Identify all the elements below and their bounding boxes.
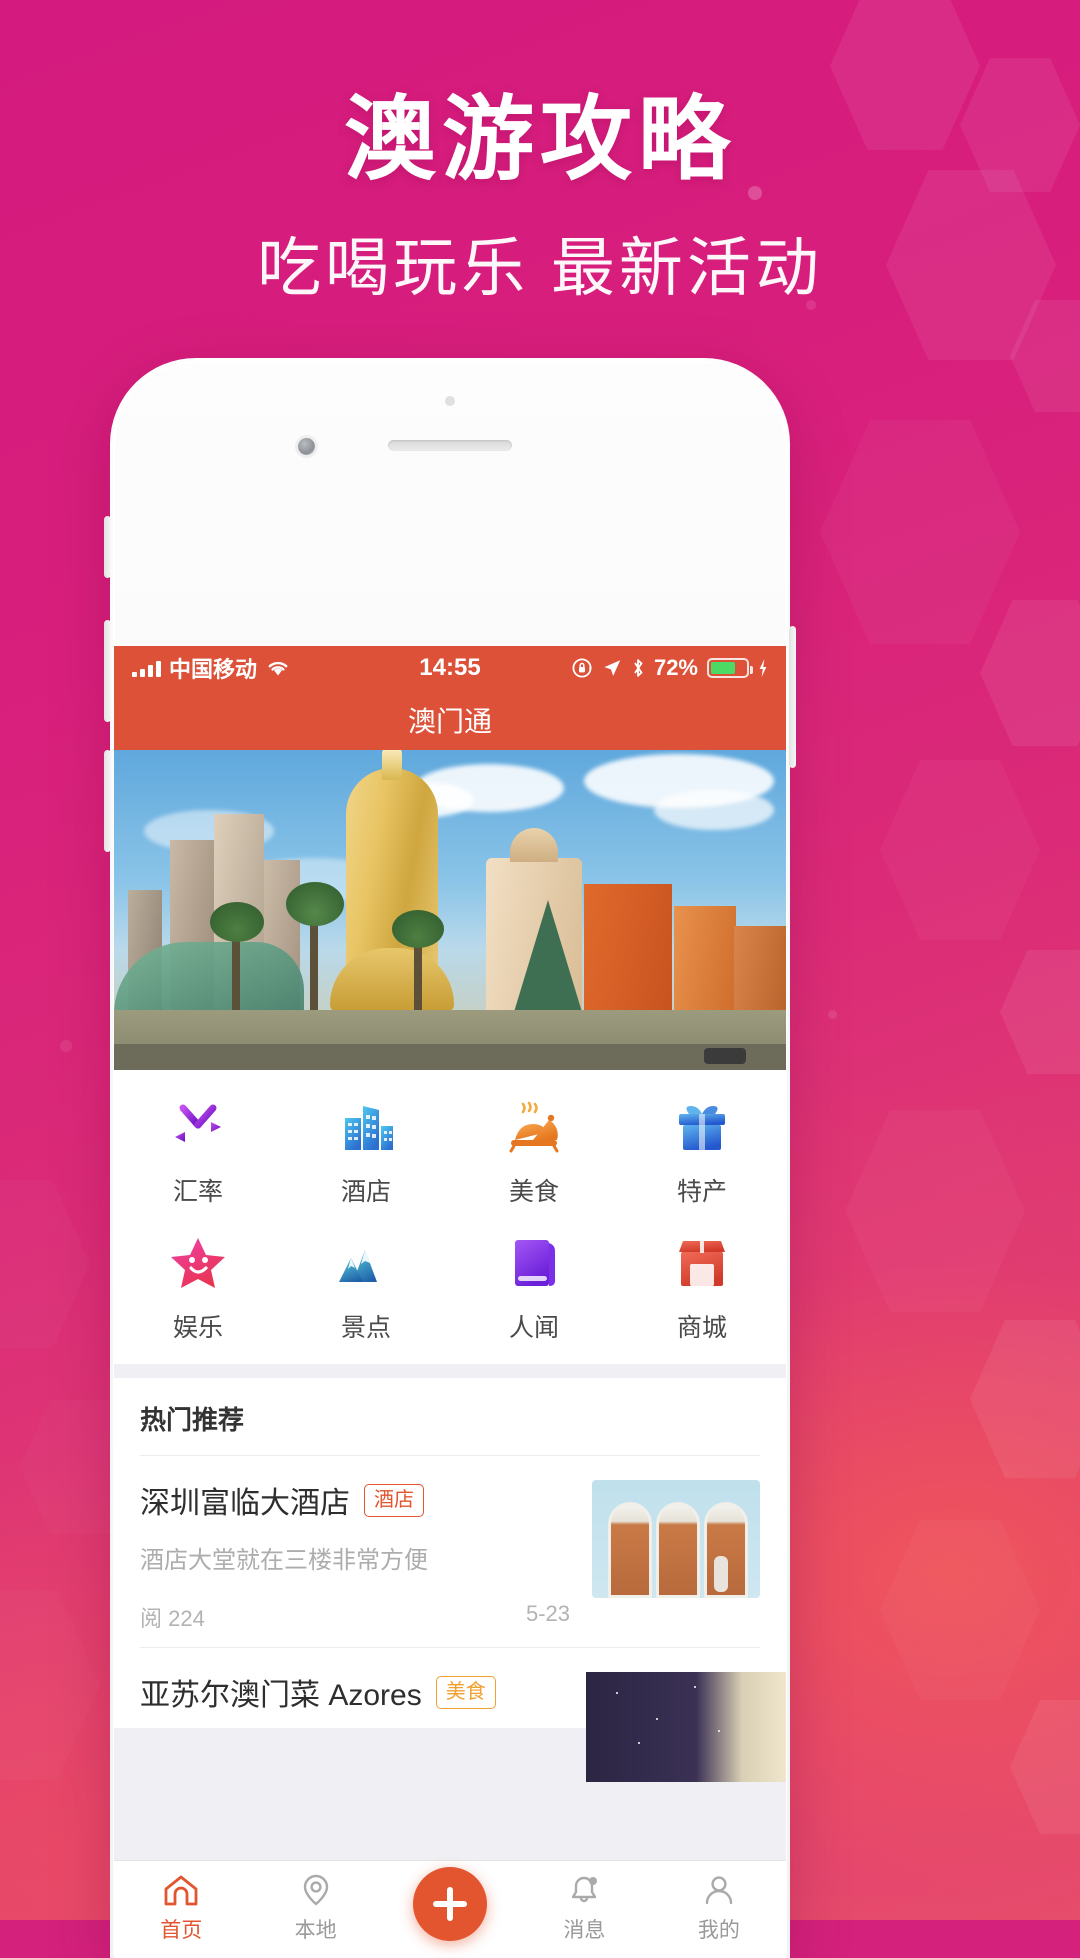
promo-title: 澳游攻略	[343, 89, 736, 191]
recommendation-title: 亚苏尔澳门菜 Azores	[140, 1679, 422, 1712]
person-icon	[705, 1876, 733, 1905]
tab-label: 本地	[294, 1919, 337, 1942]
promo-subtitle: 吃喝玩乐 最新活动	[257, 231, 823, 304]
phone-volume-down-button	[104, 750, 111, 852]
carrier-label: 中国移动	[169, 657, 258, 682]
battery-icon	[707, 658, 753, 678]
phone-mockup: 中国移动 14:55 72% 澳门通 汇率 酒店 美食 特产 娱乐 景点 人闻 …	[104, 358, 796, 1958]
signal-bars-icon	[132, 660, 161, 677]
status-badge: 美食	[435, 1675, 496, 1709]
grid-label: 商城	[676, 1314, 727, 1342]
smiley-star-icon	[167, 1232, 229, 1294]
proximity-sensor	[445, 396, 455, 406]
gift-box-icon	[671, 1096, 733, 1158]
wifi-icon	[268, 661, 288, 676]
grid-label: 酒店	[340, 1178, 391, 1206]
grid-item-news[interactable]: 人闻	[450, 1232, 618, 1344]
bluetooth-icon	[634, 659, 643, 677]
grid-label: 汇率	[172, 1178, 223, 1206]
grid-item-mall[interactable]: 商城	[618, 1232, 786, 1344]
quick-links-grid: 汇率 酒店 美食 特产 娱乐 景点 人闻 商城	[114, 1096, 786, 1344]
phone-mute-switch	[104, 516, 111, 578]
recommendation-item[interactable]: 亚苏尔澳门菜 Azores 美食	[140, 1648, 786, 1782]
grid-item-food[interactable]: 美食	[450, 1096, 618, 1208]
recommendation-title: 深圳富临大酒店	[140, 1487, 350, 1520]
tab-label: 首页	[160, 1919, 203, 1942]
publish-date: 5-23	[525, 1601, 570, 1626]
grid-label: 特产	[676, 1178, 727, 1206]
rotation-lock-icon	[572, 658, 592, 678]
grid-label: 景点	[340, 1314, 391, 1342]
currency-exchange-icon	[167, 1096, 229, 1158]
home-icon	[164, 1875, 198, 1906]
status-badge: 酒店	[364, 1483, 424, 1517]
phone-volume-up-button	[104, 620, 111, 722]
grid-item-exchange[interactable]: 汇率	[114, 1096, 282, 1208]
book-icon	[503, 1232, 565, 1294]
grid-label: 人闻	[508, 1314, 559, 1342]
grid-item-attractions[interactable]: 景点	[282, 1232, 450, 1344]
tab-messages[interactable]: 消息	[517, 1873, 651, 1944]
shop-icon	[671, 1232, 733, 1294]
app-navbar: 澳门通	[114, 690, 786, 750]
recommendation-item[interactable]: 深圳富临大酒店 酒店 酒店大堂就在三楼非常方便 阅 224 5-23	[140, 1456, 760, 1648]
bottom-tab-bar: 首页 本地 消息 我的	[114, 1860, 786, 1958]
grid-label: 娱乐	[172, 1314, 223, 1342]
hero-banner[interactable]	[114, 750, 786, 1070]
view-count: 阅 224	[140, 1606, 205, 1631]
location-pin-icon	[303, 1874, 328, 1906]
recommendation-description: 酒店大堂就在三楼非常方便	[140, 1547, 428, 1574]
tab-profile[interactable]: 我的	[652, 1873, 786, 1944]
phone-screen: 中国移动 14:55 72% 澳门通 汇率 酒店 美食 特产 娱乐 景点 人闻 …	[114, 646, 786, 1958]
status-bar: 中国移动 14:55 72%	[114, 646, 786, 690]
lightning-bolt-icon	[759, 659, 767, 677]
recommendation-thumbnail	[586, 1672, 786, 1782]
bell-icon	[572, 1876, 598, 1903]
phone-earpiece	[388, 440, 512, 451]
quick-links-card: 汇率 酒店 美食 特产 娱乐 景点 人闻 商城	[114, 1070, 786, 1364]
food-dome-icon	[503, 1096, 565, 1158]
battery-percent-label: 72%	[653, 655, 698, 680]
banner-road	[114, 1044, 786, 1070]
tab-label: 消息	[563, 1919, 606, 1942]
buildings-icon	[335, 1096, 397, 1158]
front-camera	[298, 438, 315, 455]
add-button[interactable]	[413, 1867, 487, 1941]
section-heading: 热门推荐	[140, 1378, 760, 1456]
tab-local[interactable]: 本地	[248, 1873, 382, 1944]
mountains-icon	[335, 1232, 397, 1294]
grid-item-specialty[interactable]: 特产	[618, 1096, 786, 1208]
hot-recommendations-section: 热门推荐 深圳富临大酒店 酒店 酒店大堂就在三楼非常方便 阅 224 5-23	[114, 1378, 786, 1782]
location-arrow-icon	[604, 660, 621, 676]
grid-label: 美食	[508, 1178, 559, 1206]
grid-item-hotel[interactable]: 酒店	[282, 1096, 450, 1208]
phone-power-button	[789, 626, 796, 768]
grid-item-entertainment[interactable]: 娱乐	[114, 1232, 282, 1344]
tab-label: 我的	[697, 1919, 740, 1942]
recommendation-thumbnail	[592, 1480, 760, 1598]
app-title: 澳门通	[407, 706, 492, 737]
tab-home[interactable]: 首页	[114, 1873, 248, 1944]
promo-text-block: 澳游攻略 吃喝玩乐 最新活动	[0, 92, 1080, 309]
